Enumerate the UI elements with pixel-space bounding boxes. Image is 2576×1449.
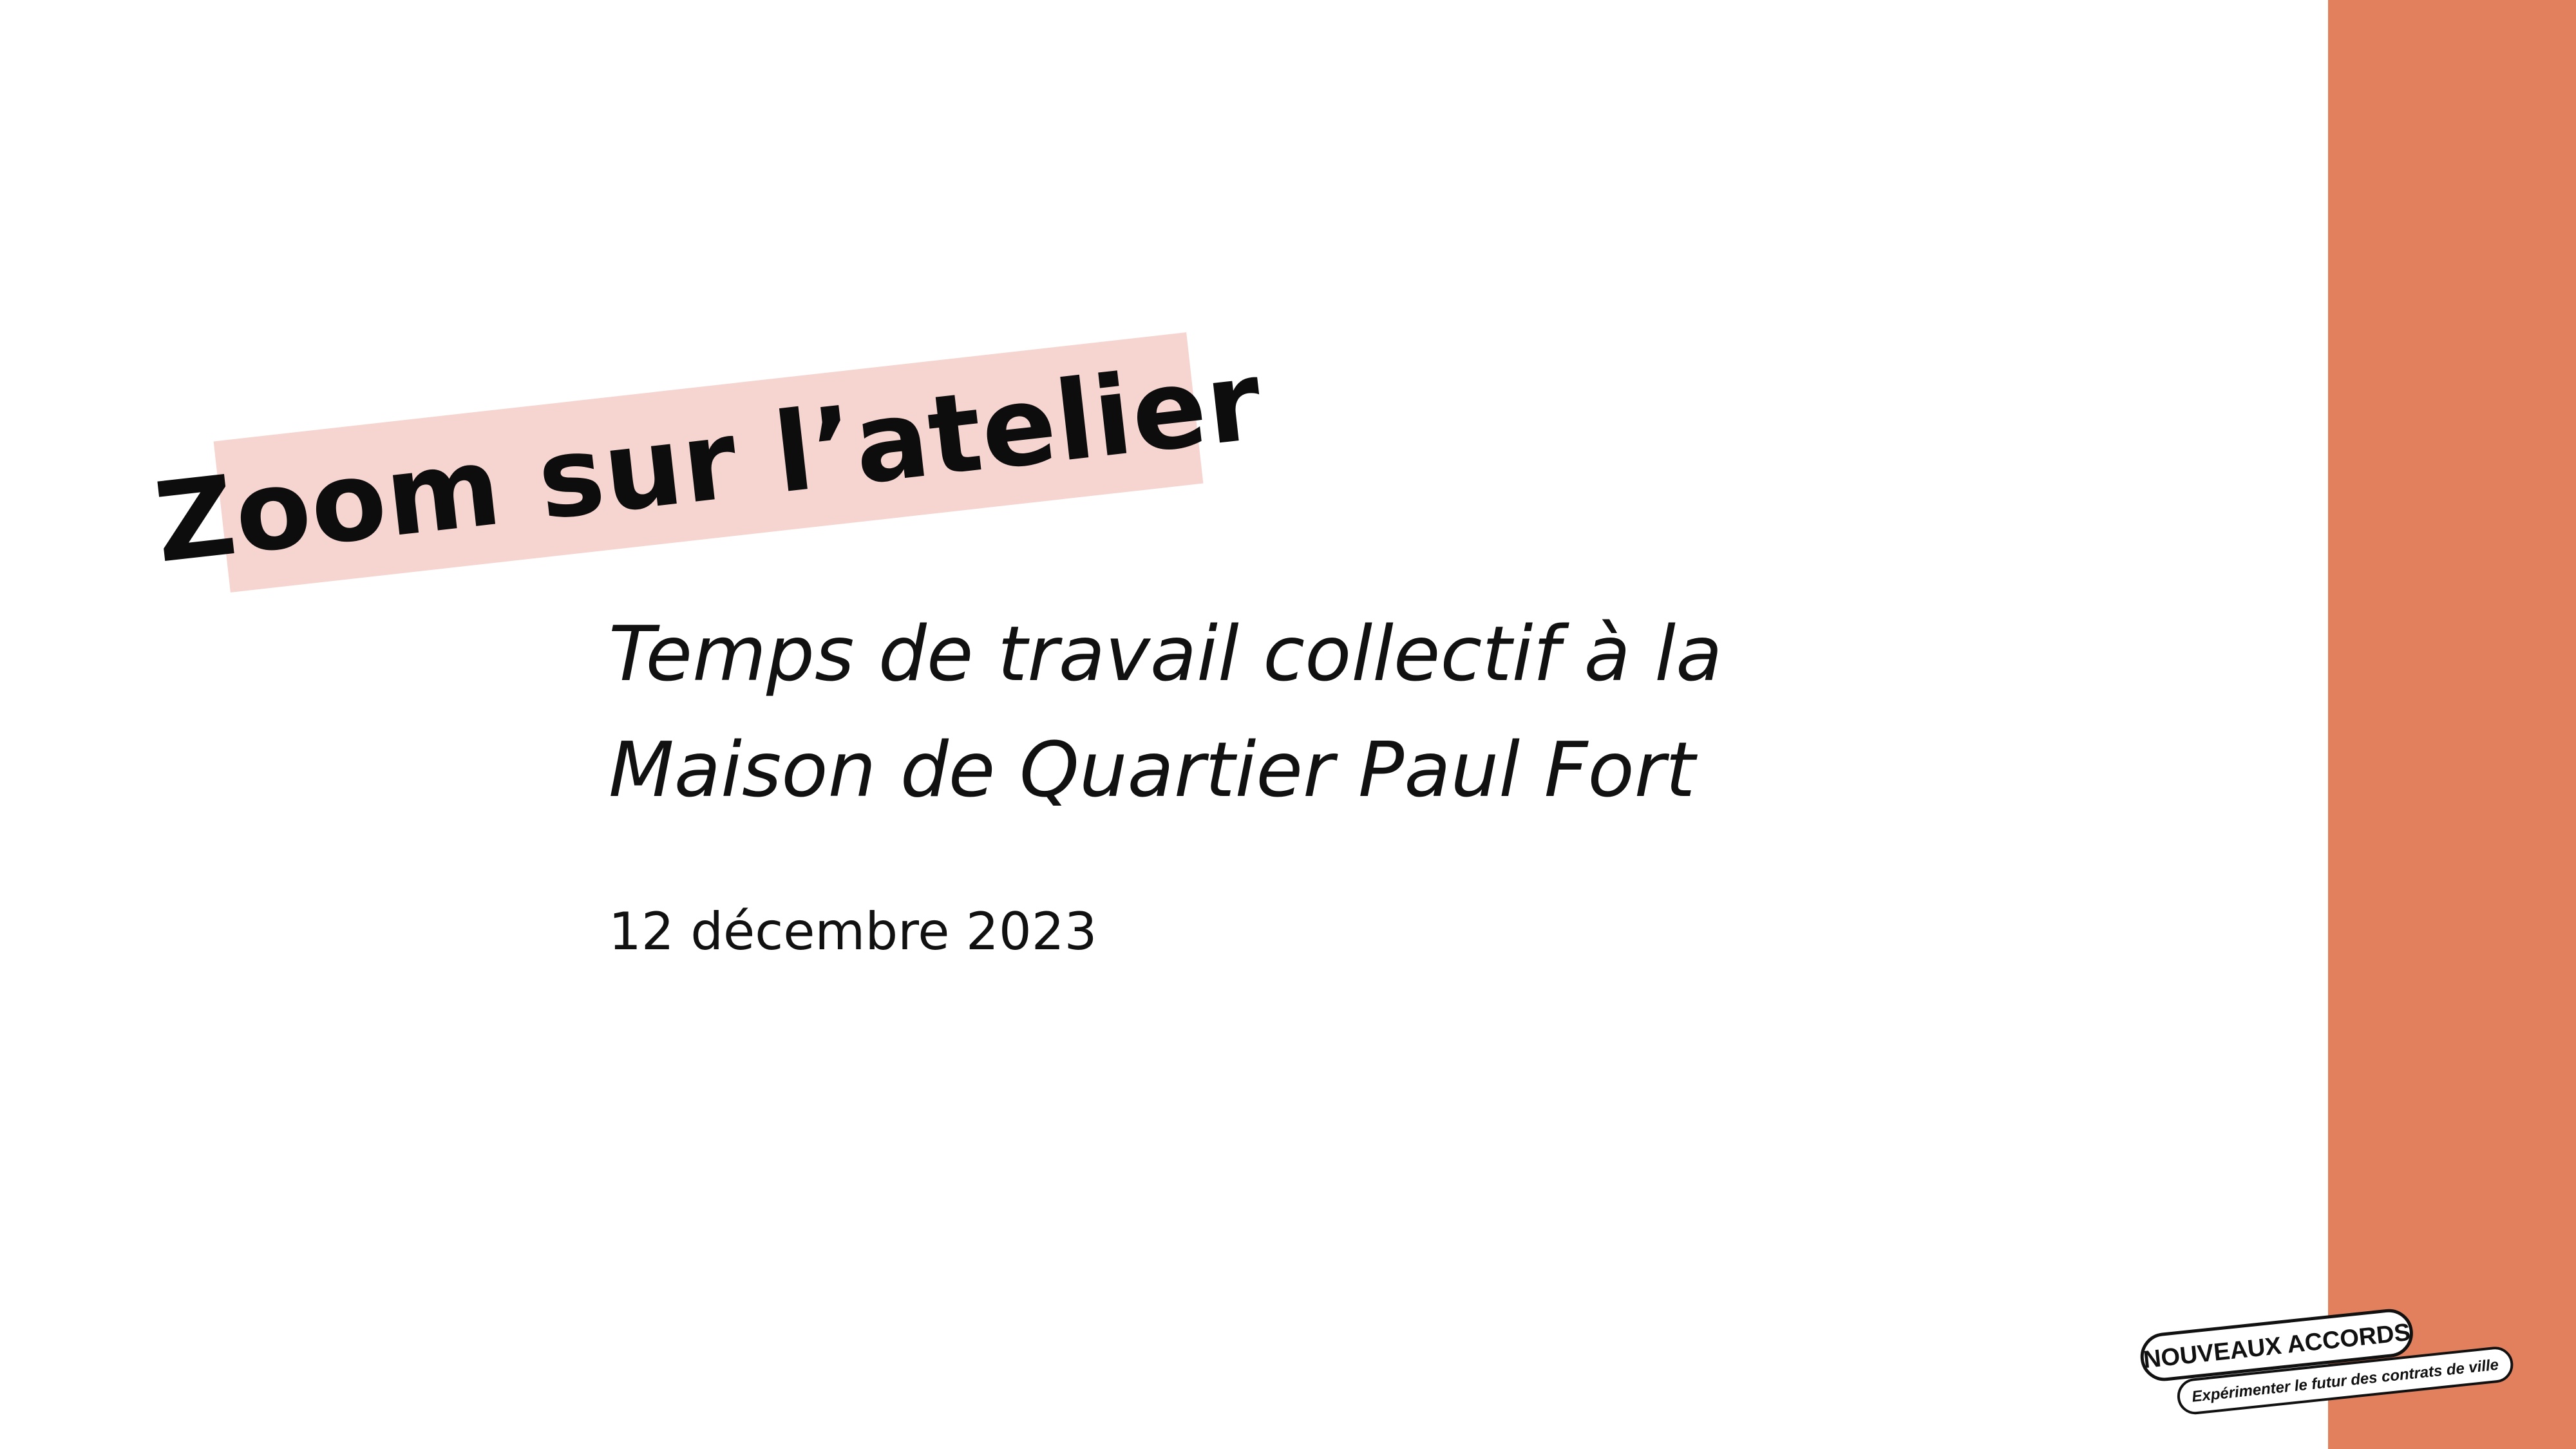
subtitle-line-1: Temps de travail collectif à la xyxy=(609,609,1723,698)
subtitle-line-2: Maison de Quartier Paul Fort xyxy=(609,725,1696,814)
slide: Zoom sur l’atelier Temps de travail coll… xyxy=(0,0,2576,1449)
slide-title: Zoom sur l’atelier xyxy=(149,337,1268,588)
accent-bar xyxy=(2328,0,2576,1449)
slide-date: 12 décembre 2023 xyxy=(609,902,1097,961)
nouveaux-accords-logo: NOUVEAUX ACCORDS Expérimenter le futur d… xyxy=(2140,1309,2514,1415)
slide-subtitle: Temps de travail collectif à la Maison d… xyxy=(609,596,2025,828)
title-band: Zoom sur l’atelier xyxy=(149,332,1268,592)
